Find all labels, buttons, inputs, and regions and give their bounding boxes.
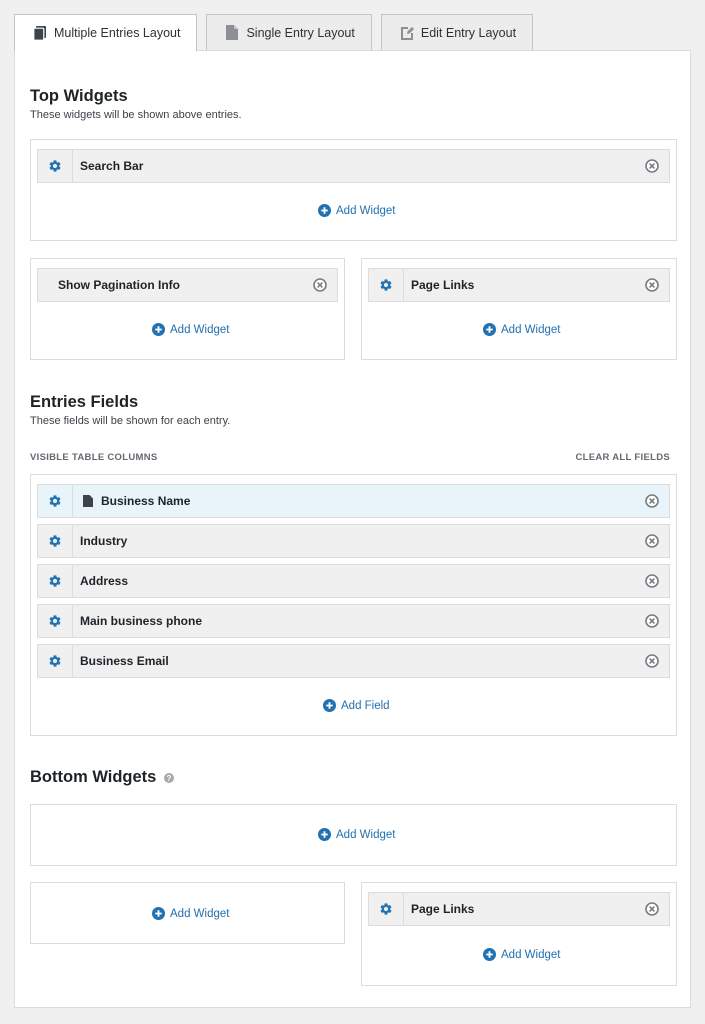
plus-circle-icon	[318, 204, 331, 217]
field-main-business-phone[interactable]: Main business phone	[37, 604, 670, 638]
field-business-name[interactable]: Business Name	[37, 484, 670, 518]
field-label: Address	[80, 574, 129, 588]
gear-icon[interactable]	[38, 525, 73, 557]
documents-icon	[33, 25, 47, 41]
widget-label: Page Links	[411, 278, 475, 292]
remove-icon[interactable]	[645, 902, 659, 916]
remove-icon[interactable]	[645, 574, 659, 588]
plus-circle-icon	[483, 948, 496, 961]
widget-show-pagination-info[interactable]: Show Pagination Info	[37, 268, 338, 302]
bottom-widgets-full-row: Add Widget	[30, 804, 677, 866]
top-widgets-full-row: Search Bar Add Widget	[30, 139, 677, 241]
plus-circle-icon	[318, 828, 331, 841]
tab-multiple-entries[interactable]: Multiple Entries Layout	[14, 14, 198, 51]
field-label: Business Name	[101, 494, 191, 508]
tab-label: Multiple Entries Layout	[54, 26, 181, 40]
add-widget-button[interactable]: Add Widget	[152, 323, 229, 336]
plus-circle-icon	[483, 323, 496, 336]
widget-search-bar[interactable]: Search Bar	[37, 149, 670, 183]
tab-label: Edit Entry Layout	[420, 25, 517, 40]
field-industry[interactable]: Industry	[37, 524, 670, 558]
gear-icon[interactable]	[38, 605, 73, 637]
field-label: Main business phone	[80, 614, 203, 628]
gear-icon[interactable]	[369, 893, 404, 925]
gear-icon[interactable]	[38, 565, 73, 597]
field-label: Business Email	[80, 654, 169, 668]
remove-icon[interactable]	[645, 494, 659, 508]
bottom-widgets-title: Bottom Widgets?	[30, 768, 175, 787]
remove-icon[interactable]	[645, 654, 659, 668]
tab-edit-entry[interactable]: Edit Entry Layout	[380, 14, 534, 50]
plus-circle-icon	[152, 907, 165, 920]
remove-icon[interactable]	[645, 159, 659, 173]
add-widget-button[interactable]: Add Widget	[152, 907, 229, 920]
entries-fields-title: Entries Fields	[30, 393, 139, 411]
field-label: Industry	[80, 534, 128, 548]
add-widget-button[interactable]: Add Widget	[483, 323, 560, 336]
top-widgets-right: Page Links Add Widget	[361, 258, 677, 360]
add-field-button[interactable]: Add Field	[323, 699, 390, 712]
top-widgets-title: Top Widgets	[30, 87, 128, 105]
plus-circle-icon	[152, 323, 165, 336]
add-widget-button[interactable]: Add Widget	[318, 828, 395, 841]
entries-fields-box: Business Name Industry Address Main busi…	[30, 474, 677, 736]
layout-tabs: Multiple Entries Layout Single Entry Lay…	[14, 14, 542, 51]
add-widget-button[interactable]: Add Widget	[318, 204, 395, 217]
field-business-email[interactable]: Business Email	[37, 644, 670, 678]
widget-page-links[interactable]: Page Links	[368, 892, 670, 926]
clear-all-fields-button[interactable]: CLEAR ALL FIELDS	[575, 452, 670, 463]
entries-fields-description: These fields will be shown for each entr…	[30, 415, 231, 427]
help-icon[interactable]: ?	[164, 772, 175, 783]
remove-icon[interactable]	[313, 278, 327, 292]
remove-icon[interactable]	[645, 278, 659, 292]
tab-single-entry[interactable]: Single Entry Layout	[206, 14, 372, 50]
edit-document-icon	[400, 25, 414, 40]
tab-label: Single Entry Layout	[246, 25, 355, 40]
remove-icon[interactable]	[645, 614, 659, 628]
svg-text:?: ?	[167, 774, 172, 783]
document-icon	[225, 25, 239, 40]
add-widget-button[interactable]: Add Widget	[483, 948, 560, 961]
top-widgets-description: These widgets will be shown above entrie…	[30, 109, 242, 121]
field-address[interactable]: Address	[37, 564, 670, 598]
remove-icon[interactable]	[645, 534, 659, 548]
widget-label: Search Bar	[80, 159, 144, 173]
widget-label: Page Links	[411, 902, 475, 916]
gear-icon[interactable]	[38, 485, 73, 517]
gear-icon[interactable]	[369, 269, 404, 301]
gear-icon[interactable]	[38, 645, 73, 677]
top-widgets-left: Show Pagination Info Add Widget	[30, 258, 345, 360]
gear-icon[interactable]	[38, 150, 73, 182]
bottom-widgets-left: Add Widget	[30, 882, 345, 944]
widget-page-links[interactable]: Page Links	[368, 268, 670, 302]
visible-table-columns-label: VISIBLE TABLE COLUMNS	[30, 452, 158, 463]
widget-label: Show Pagination Info	[58, 278, 180, 292]
layout-panel: Top Widgets These widgets will be shown …	[14, 50, 691, 1008]
plus-circle-icon	[323, 699, 336, 712]
document-icon	[83, 495, 93, 507]
bottom-widgets-right: Page Links Add Widget	[361, 882, 677, 986]
